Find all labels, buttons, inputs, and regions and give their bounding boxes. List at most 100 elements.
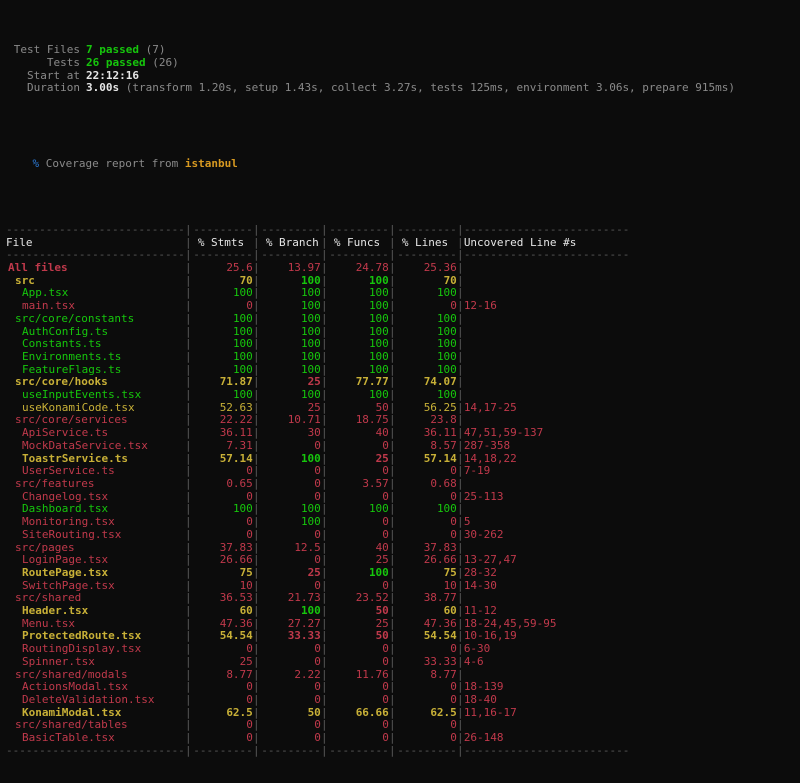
column-divider: | — [321, 529, 328, 542]
stmts-cell: 0 — [192, 300, 253, 313]
uncovered-lines-cell — [464, 503, 714, 516]
file-name-cell: DeleteValidation.tsx — [6, 694, 185, 707]
column-divider: | — [253, 313, 260, 326]
column-divider: | — [253, 707, 260, 720]
column-divider: | — [253, 605, 260, 618]
file-name-cell: useInputEvents.tsx — [6, 389, 185, 402]
column-divider: | — [457, 529, 464, 542]
column-divider: | — [253, 427, 260, 440]
column-divider: | — [389, 351, 396, 364]
column-divider: | — [457, 719, 464, 732]
branch-cell: 0 — [260, 694, 321, 707]
separator-cell: --------- — [396, 745, 457, 758]
column-divider: | — [389, 503, 396, 516]
column-divider: | — [253, 732, 260, 745]
table-row: src/shared/tables|0|0|0|0| — [6, 719, 714, 732]
summary-label: Test Files — [6, 44, 80, 57]
uncovered-lines-cell: 25-113 — [464, 491, 714, 504]
stmts-cell: 36.11 — [192, 427, 253, 440]
column-divider: | — [253, 262, 260, 275]
column-divider: | — [253, 529, 260, 542]
lines-cell: 0 — [396, 719, 457, 732]
funcs-cell: 24.78 — [328, 262, 389, 275]
funcs-cell: 0 — [328, 719, 389, 732]
file-name-cell: Environments.ts — [6, 351, 185, 364]
stmts-cell: 25.6 — [192, 262, 253, 275]
column-divider: | — [457, 745, 464, 758]
column-divider: | — [185, 719, 192, 732]
column-divider: | — [389, 681, 396, 694]
column-divider: | — [253, 542, 260, 555]
uncovered-lines-cell: 14-30 — [464, 580, 714, 593]
branch-cell: 21.73 — [260, 592, 321, 605]
uncovered-lines-cell — [464, 478, 714, 491]
funcs-cell: 100 — [328, 300, 389, 313]
funcs-cell: 3.57 — [328, 478, 389, 491]
branch-cell: 0 — [260, 681, 321, 694]
uncovered-lines-cell: 28-32 — [464, 567, 714, 580]
column-divider: | — [389, 224, 396, 237]
stmts-cell: 57.14 — [192, 453, 253, 466]
column-divider: | — [185, 440, 192, 453]
column-divider: | — [321, 707, 328, 720]
branch-cell: 0 — [260, 465, 321, 478]
column-divider: | — [389, 656, 396, 669]
lines-cell: 60 — [396, 605, 457, 618]
lines-cell: 100 — [396, 389, 457, 402]
funcs-cell: 100 — [328, 567, 389, 580]
lines-cell: 62.5 — [396, 707, 457, 720]
column-divider: | — [253, 656, 260, 669]
stmts-cell: 37.83 — [192, 542, 253, 555]
column-divider: | — [185, 427, 192, 440]
separator-cell: --------- — [192, 224, 253, 237]
table-row: MockDataService.tsx|7.31|0|0|8.57|287-35… — [6, 440, 714, 453]
column-divider: | — [321, 669, 328, 682]
column-divider: | — [321, 694, 328, 707]
file-name-cell: src/shared/modals — [6, 669, 185, 682]
stmts-cell: 60 — [192, 605, 253, 618]
funcs-cell: 23.52 — [328, 592, 389, 605]
lines-cell: 75 — [396, 567, 457, 580]
column-divider: | — [185, 503, 192, 516]
file-name-cell: KonamiModal.tsx — [6, 707, 185, 720]
stmts-cell: 0 — [192, 681, 253, 694]
lines-cell: 10 — [396, 580, 457, 593]
funcs-cell: 0 — [328, 529, 389, 542]
summary-extra: (7) — [139, 43, 166, 56]
column-divider: | — [185, 618, 192, 631]
column-divider: | — [253, 592, 260, 605]
column-divider: | — [321, 605, 328, 618]
file-name-cell: src/shared — [6, 592, 185, 605]
table-row: UserService.ts|0|0|0|0|7-19 — [6, 465, 714, 478]
column-divider: | — [389, 694, 396, 707]
column-divider: | — [253, 567, 260, 580]
branch-cell: 12.5 — [260, 542, 321, 555]
column-divider: | — [457, 669, 464, 682]
column-divider: | — [253, 745, 260, 758]
column-divider: | — [253, 389, 260, 402]
column-divider: | — [457, 567, 464, 580]
column-divider: | — [321, 719, 328, 732]
column-divider: | — [253, 300, 260, 313]
lines-cell: 100 — [396, 351, 457, 364]
column-header-stmts: % Stmts — [192, 237, 253, 250]
column-divider: | — [389, 478, 396, 491]
table-row: Dashboard.tsx|100|100|100|100| — [6, 503, 714, 516]
uncovered-lines-cell: 11,16-17 — [464, 707, 714, 720]
table-row: RoutePage.tsx|75|25|100|75|28-32 — [6, 567, 714, 580]
coverage-provider: istanbul — [185, 157, 238, 170]
column-divider: | — [185, 605, 192, 618]
column-divider: | — [389, 732, 396, 745]
column-divider: | — [389, 516, 396, 529]
table-row: src|70|100|100|70| — [6, 275, 714, 288]
stmts-cell: 100 — [192, 313, 253, 326]
branch-cell: 0 — [260, 656, 321, 669]
column-divider: | — [457, 313, 464, 326]
separator-cell: --------------------------- — [6, 224, 185, 237]
lines-cell: 100 — [396, 503, 457, 516]
branch-cell: 0 — [260, 643, 321, 656]
stmts-cell: 10 — [192, 580, 253, 593]
uncovered-lines-cell — [464, 669, 714, 682]
table-row: ApiService.ts|36.11|30|40|36.11|47,51,59… — [6, 427, 714, 440]
lines-cell: 100 — [396, 313, 457, 326]
